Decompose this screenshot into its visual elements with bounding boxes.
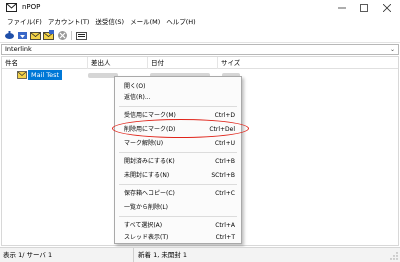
context-menu-shortcut: Ctrl+U bbox=[214, 140, 235, 147]
new-mail-icon bbox=[17, 71, 27, 79]
status-count: 表示 1/ サーバ 1 bbox=[3, 251, 53, 259]
context-menu-shortcut: Ctrl+B bbox=[215, 158, 235, 165]
context-menu-open[interactable]: 開く(O) bbox=[115, 81, 241, 92]
status-new-unread: 新着 1, 未開封 1 bbox=[133, 248, 187, 262]
context-menu-thread-view[interactable]: スレッド表示(T) Ctrl+T bbox=[115, 232, 241, 243]
maximize-button[interactable] bbox=[352, 0, 376, 16]
context-menu-reply[interactable]: 返信(R)... bbox=[115, 92, 241, 103]
context-menu-mark-unread[interactable]: 未開封にする(N) SCtrl+B bbox=[115, 170, 241, 181]
menu-bar: ファイル(F) アカウント(T) 送受信(S) メール(M) ヘルプ(H) bbox=[0, 16, 400, 28]
menu-help[interactable]: ヘルプ(H) bbox=[163, 16, 198, 28]
resize-grip-icon[interactable] bbox=[390, 252, 398, 260]
column-header-from[interactable]: 差出人 bbox=[88, 57, 148, 69]
highlight-ellipse bbox=[112, 119, 249, 138]
context-menu: 開く(O) 返信(R)... 受信用にマーク(M) Ctrl+D 削除用にマーク… bbox=[114, 76, 242, 244]
context-menu-mark-read[interactable]: 開封済みにする(K) Ctrl+B bbox=[115, 156, 241, 167]
context-menu-unmark[interactable]: マーク解除(U) Ctrl+U bbox=[115, 138, 241, 149]
context-menu-label: 一覧から削除(L) bbox=[124, 204, 169, 211]
send-receive-icon[interactable] bbox=[17, 30, 28, 41]
context-menu-shortcut: SCtrl+B bbox=[211, 172, 235, 179]
context-menu-label: マーク解除(U) bbox=[124, 140, 164, 147]
check-new-mail-icon[interactable] bbox=[4, 30, 15, 41]
minimize-icon bbox=[338, 7, 346, 9]
status-bar: 表示 1/ サーバ 1 新着 1, 未開封 1 bbox=[0, 247, 400, 262]
minimize-button[interactable] bbox=[330, 0, 354, 16]
context-menu-label: 返信(R)... bbox=[124, 94, 151, 101]
stop-icon[interactable] bbox=[57, 30, 68, 41]
toolbar bbox=[0, 28, 400, 43]
list-header: 件名 差出人 日付 サイズ bbox=[2, 57, 398, 69]
context-menu-shortcut: Ctrl+C bbox=[215, 190, 235, 197]
column-header-subject[interactable]: 件名 bbox=[2, 57, 88, 69]
context-menu-copy-to-savebox[interactable]: 保存箱へコピー(C) Ctrl+C bbox=[115, 188, 241, 199]
maximize-icon bbox=[360, 4, 368, 12]
context-menu-select-all[interactable]: すべて選択(A) Ctrl+A bbox=[115, 220, 241, 231]
menu-separator bbox=[119, 216, 237, 217]
menu-account[interactable]: アカウント(T) bbox=[45, 16, 93, 28]
context-menu-label: 未開封にする(N) bbox=[124, 172, 170, 179]
menu-separator bbox=[119, 152, 237, 153]
menu-separator bbox=[119, 106, 237, 107]
column-header-date[interactable]: 日付 bbox=[148, 57, 218, 69]
npop-window: nPOP ファイル(F) アカウント(T) 送受信(S) メール(M) ヘルプ(… bbox=[0, 0, 400, 262]
reply-icon[interactable] bbox=[43, 30, 54, 41]
menu-mail[interactable]: メール(M) bbox=[127, 16, 163, 28]
toolbar-separator bbox=[71, 31, 72, 40]
context-menu-label: 保存箱へコピー(C) bbox=[124, 190, 175, 197]
menu-separator bbox=[119, 184, 237, 185]
row-subject: Mail Test bbox=[28, 70, 63, 80]
context-menu-shortcut: Ctrl+D bbox=[214, 112, 235, 119]
context-menu-label: すべて選択(A) bbox=[124, 222, 163, 229]
context-menu-remove-from-list[interactable]: 一覧から削除(L) bbox=[115, 202, 241, 213]
context-menu-label: スレッド表示(T) bbox=[124, 234, 169, 241]
close-button[interactable] bbox=[375, 0, 399, 16]
title-bar: nPOP bbox=[0, 0, 400, 16]
compose-icon[interactable] bbox=[30, 30, 41, 41]
account-dropdown[interactable]: Interlink ⌄ bbox=[1, 44, 399, 55]
menu-file[interactable]: ファイル(F) bbox=[4, 16, 45, 28]
close-icon bbox=[383, 4, 391, 12]
context-menu-shortcut: Ctrl+T bbox=[215, 234, 235, 241]
window-title: nPOP bbox=[22, 3, 41, 11]
envelope-app-icon bbox=[6, 3, 17, 12]
menu-send-receive[interactable]: 送受信(S) bbox=[92, 16, 127, 28]
context-menu-shortcut: Ctrl+A bbox=[215, 222, 235, 229]
address-book-icon[interactable] bbox=[76, 30, 87, 41]
account-dropdown-value: Interlink bbox=[5, 45, 32, 53]
chevron-down-icon: ⌄ bbox=[389, 46, 395, 53]
context-menu-label: 開封済みにする(K) bbox=[124, 158, 175, 165]
context-menu-label: 開く(O) bbox=[124, 83, 146, 90]
column-header-size[interactable]: サイズ bbox=[218, 57, 248, 69]
